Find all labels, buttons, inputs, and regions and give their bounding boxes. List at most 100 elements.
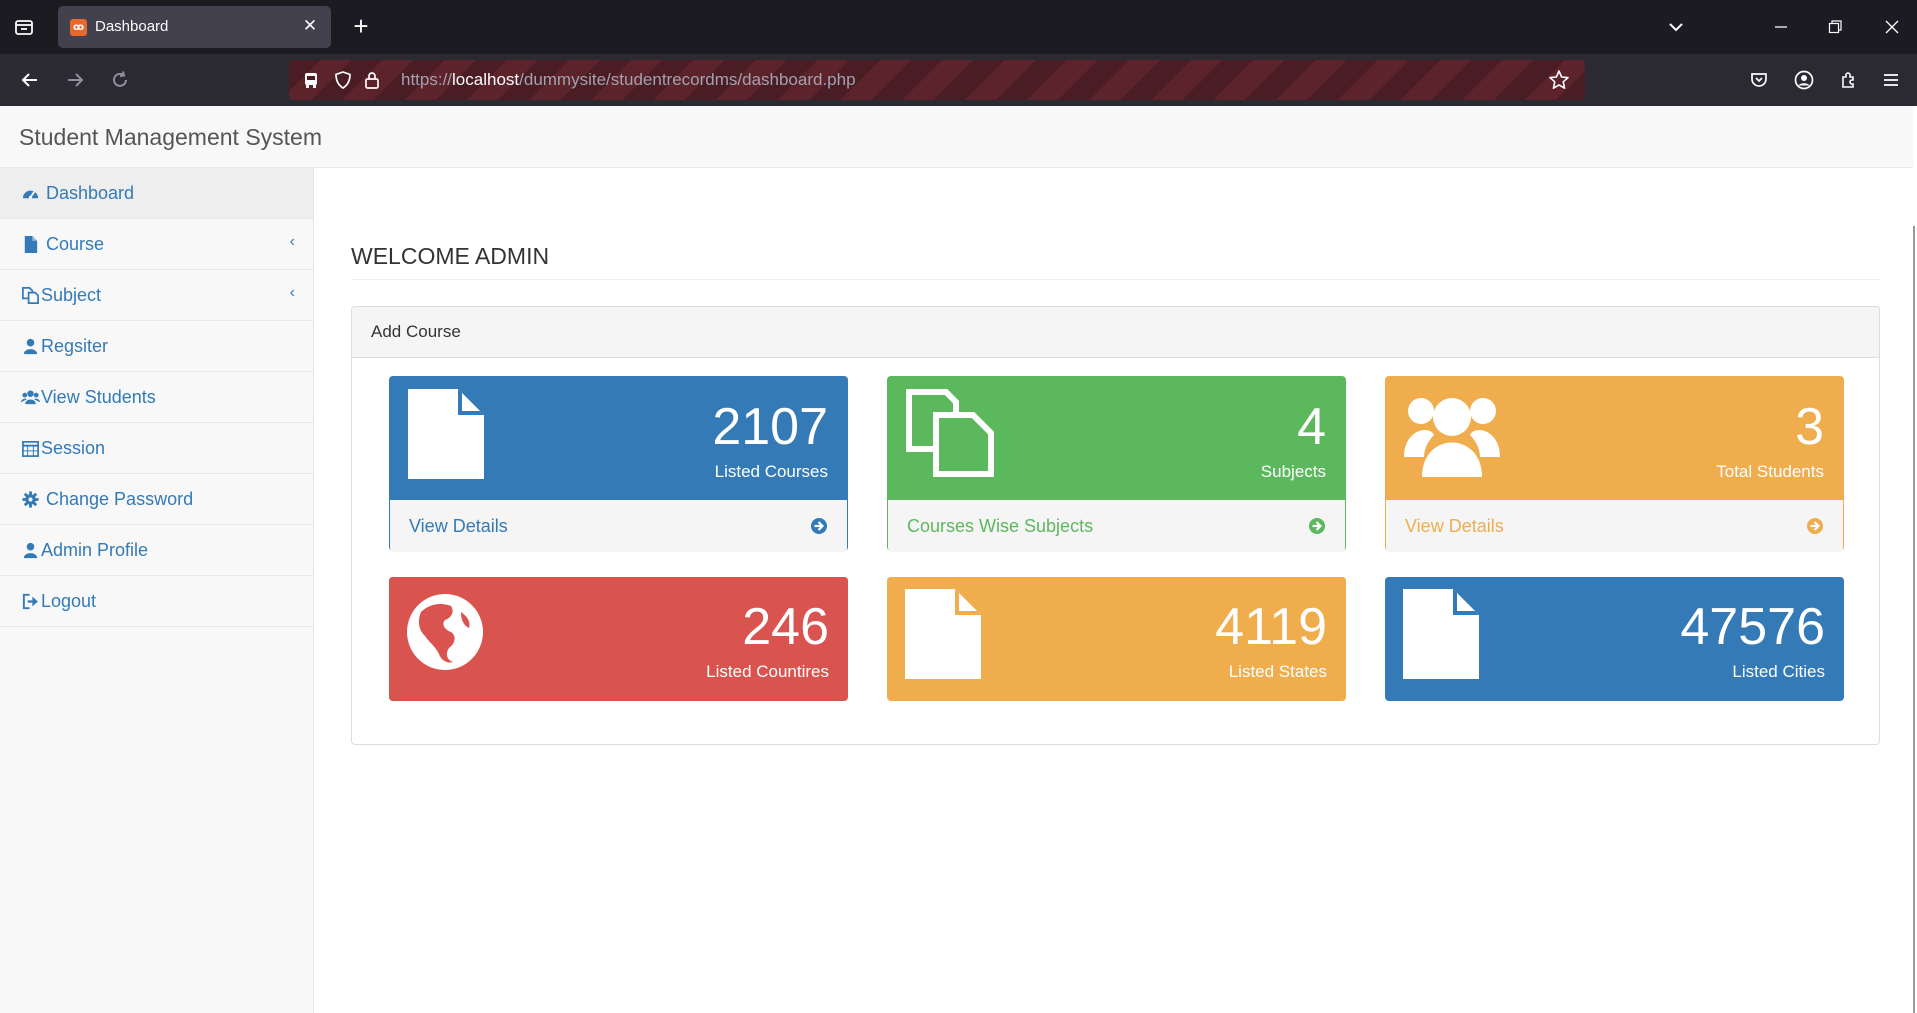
remote-control-robot-icon <box>300 69 322 91</box>
sidebar-item-change-password[interactable]: Change Password <box>0 474 313 525</box>
sidebar-item-view-students[interactable]: View Students <box>0 372 313 423</box>
reload-icon[interactable] <box>106 66 134 94</box>
card-value: 2107 <box>712 398 828 456</box>
file-icon <box>1403 589 1479 679</box>
sidebar-item-subject[interactable]: Subject ‹ <box>0 270 313 321</box>
chevron-left-icon: ‹ <box>289 284 295 301</box>
card-body: 3 Total Students <box>1386 377 1843 500</box>
card-body: 4 Subjects <box>888 377 1345 500</box>
sidebar-item-course[interactable]: Course ‹ <box>0 219 313 270</box>
sidebar-item-label: Session <box>41 438 106 458</box>
tracking-protection-shield-icon[interactable] <box>332 69 354 91</box>
back-icon[interactable] <box>16 66 44 94</box>
url-bar[interactable]: https://localhost/dummysite/studentrecor… <box>289 60 1585 100</box>
stat-card-states: 4119 Listed States <box>887 577 1346 701</box>
arrow-circle-right-icon <box>811 518 827 534</box>
sidebar-item-label: Logout <box>41 591 97 611</box>
arrow-circle-right-icon <box>1807 518 1823 534</box>
gear-icon <box>22 491 39 508</box>
panel-heading: Add Course <box>352 307 1879 358</box>
url-host: localhost <box>452 70 520 89</box>
card-body: 2107 Listed Courses <box>390 377 847 500</box>
dashboard-panel: Add Course 2107 Listed Courses View Deta… <box>351 306 1880 745</box>
view-details-link[interactable]: View Details <box>390 500 847 552</box>
sidebar-item-label: Admin Profile <box>41 540 149 560</box>
arrow-circle-right-icon <box>1309 518 1325 534</box>
restore-icon[interactable] <box>1821 13 1849 41</box>
stat-card-subjects: 4 Subjects Courses Wise Subjects <box>887 376 1346 552</box>
card-footer-label: View Details <box>409 516 508 536</box>
brand-title[interactable]: Student Management System <box>19 124 322 151</box>
bookmark-star-icon[interactable] <box>1548 69 1570 91</box>
copy-icon <box>906 389 994 477</box>
card-label: Listed Countires <box>706 662 829 681</box>
new-tab-icon[interactable]: + <box>347 13 375 41</box>
users-icon <box>21 390 40 405</box>
close-tab-icon[interactable]: ✕ <box>299 15 321 37</box>
browser-tab-bar: ꝏ Dashboard ✕ + <box>0 0 1917 54</box>
minimize-icon[interactable] <box>1767 13 1795 41</box>
sidebar-item-session[interactable]: Session <box>0 423 313 474</box>
heading-divider <box>351 279 1880 280</box>
tab-overflow-chevron-icon[interactable] <box>1662 13 1690 41</box>
card-body: 246 Listed Countires <box>389 577 848 700</box>
dashboard-icon <box>22 190 39 199</box>
courses-wise-subjects-link[interactable]: Courses Wise Subjects <box>888 500 1345 552</box>
card-body: 47576 Listed Cities <box>1385 577 1844 700</box>
users-icon <box>1404 398 1500 477</box>
globe-icon <box>407 594 483 670</box>
extensions-puzzle-icon[interactable] <box>1835 66 1863 94</box>
url-scheme: https:// <box>401 70 453 89</box>
card-value: 4 <box>1297 398 1326 456</box>
browser-navigation-bar: https://localhost/dummysite/studentrecor… <box>0 54 1917 106</box>
browser-tab[interactable]: ꝏ Dashboard ✕ <box>58 6 331 48</box>
url-path: /dummysite/studentrecordms/dashboard.php <box>519 70 856 89</box>
sidebar-item-label: Dashboard <box>46 183 135 203</box>
file-icon <box>24 235 38 254</box>
copy-icon <box>22 287 39 304</box>
sidebar-item-dashboard[interactable]: Dashboard <box>0 168 313 219</box>
account-icon[interactable] <box>1790 66 1818 94</box>
sidebar-item-label: View Students <box>41 387 156 407</box>
url-text[interactable]: https://localhost/dummysite/studentrecor… <box>401 70 856 90</box>
pocket-icon[interactable] <box>1745 66 1773 94</box>
calendar-icon <box>22 440 39 457</box>
sidebar-item-label: Regsiter <box>41 336 109 356</box>
sidebar-item-register[interactable]: Regsiter <box>0 321 313 372</box>
forward-icon[interactable] <box>61 66 89 94</box>
user-icon <box>23 542 38 559</box>
top-header: Student Management System <box>0 106 1913 168</box>
card-value: 3 <box>1795 398 1824 456</box>
file-icon <box>905 589 981 679</box>
user-icon <box>23 338 38 355</box>
stat-card-students: 3 Total Students View Details <box>1385 376 1844 552</box>
card-footer-label: View Details <box>1405 516 1504 536</box>
hamburger-menu-icon[interactable] <box>1877 66 1905 94</box>
list-all-tabs-icon[interactable] <box>10 13 38 41</box>
sidebar-item-label: Change Password <box>46 489 194 509</box>
web-page: Student Management System Dashboard Cour… <box>0 106 1917 1013</box>
page-scrollbar[interactable] <box>1913 226 1915 1013</box>
lock-icon[interactable] <box>361 69 383 91</box>
card-value: 246 <box>742 598 829 656</box>
page-heading: WELCOME ADMIN <box>351 243 550 269</box>
panel-title: Add Course <box>371 322 461 341</box>
stat-card-courses: 2107 Listed Courses View Details <box>389 376 848 552</box>
view-details-link[interactable]: View Details <box>1386 500 1843 552</box>
close-window-icon[interactable] <box>1878 13 1906 41</box>
sidebar-item-label: Subject <box>41 285 102 305</box>
card-label: Total Students <box>1716 462 1824 481</box>
stat-card-countries: 246 Listed Countires <box>389 577 848 701</box>
main-content: WELCOME ADMIN Add Course 2107 Listed Cou… <box>314 194 1913 1013</box>
file-icon <box>408 389 484 479</box>
card-label: Listed Cities <box>1732 662 1825 681</box>
sign-out-icon <box>22 593 38 610</box>
stat-card-cities: 47576 Listed Cities <box>1385 577 1844 701</box>
card-footer-label: Courses Wise Subjects <box>907 516 1094 536</box>
sidebar-item-admin-profile[interactable]: Admin Profile <box>0 525 313 576</box>
xampp-favicon-icon: ꝏ <box>70 19 87 36</box>
card-label: Subjects <box>1260 462 1326 481</box>
sidebar-item-logout[interactable]: Logout <box>0 576 313 627</box>
card-value: 47576 <box>1680 598 1825 656</box>
chevron-left-icon: ‹ <box>289 233 295 250</box>
